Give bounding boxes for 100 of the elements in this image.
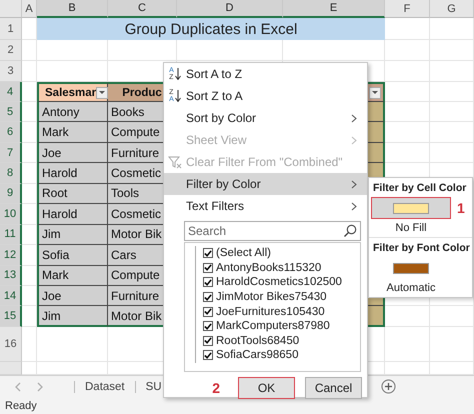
empty-cell[interactable] xyxy=(430,40,474,61)
table-cell: Mark xyxy=(37,266,108,286)
empty-cell[interactable] xyxy=(430,102,474,122)
checkbox-label[interactable]: JoeFurnitures105430 xyxy=(216,306,325,318)
row-header[interactable]: 5 xyxy=(0,102,22,122)
row-header[interactable]: 12 xyxy=(0,245,22,266)
empty-cell[interactable] xyxy=(430,142,474,164)
empty-cell[interactable] xyxy=(385,61,430,82)
select-all-corner[interactable] xyxy=(0,0,22,18)
row-header[interactable]: 14 xyxy=(0,286,22,306)
row-header[interactable]: 6 xyxy=(0,122,22,143)
column-header[interactable]: E xyxy=(283,0,385,18)
empty-cell[interactable] xyxy=(385,102,430,122)
color-option[interactable]: Automatic xyxy=(371,279,451,294)
empty-cell[interactable] xyxy=(37,326,108,362)
empty-cell[interactable] xyxy=(177,40,283,61)
table-cell: Joe xyxy=(37,142,108,164)
sheet-tab[interactable]: Dataset xyxy=(74,380,135,392)
empty-cell[interactable] xyxy=(430,326,474,362)
checkbox-label[interactable]: AntonyBooks115320 xyxy=(216,262,322,274)
chevron-right-icon xyxy=(351,202,357,210)
empty-cell[interactable] xyxy=(430,306,474,327)
color-option[interactable] xyxy=(371,197,451,219)
checkbox-label[interactable]: MarkComputers87980 xyxy=(216,320,330,332)
table-cell: Harold xyxy=(37,204,108,225)
column-heading: Produc xyxy=(122,86,162,98)
cancel-button[interactable]: Cancel xyxy=(305,377,362,399)
empty-cell[interactable] xyxy=(22,61,37,82)
add-sheet-button[interactable] xyxy=(381,379,396,394)
chevron-right-icon xyxy=(351,114,357,122)
filter-dropdown-button[interactable] xyxy=(369,86,381,98)
row-header[interactable]: 4 xyxy=(0,82,22,102)
checkbox-label[interactable]: HaroldCosmetics102500 xyxy=(216,276,342,288)
empty-cell[interactable] xyxy=(385,326,430,362)
checkbox-label[interactable]: JimMotor Bikes75430 xyxy=(216,291,327,304)
row-header[interactable]: 8 xyxy=(0,163,22,184)
empty-cell[interactable] xyxy=(430,18,474,40)
checkbox[interactable] xyxy=(203,292,213,302)
checkbox[interactable] xyxy=(203,336,213,346)
empty-cell[interactable] xyxy=(430,61,474,82)
row-header[interactable]: 16 xyxy=(0,326,22,362)
row-header[interactable] xyxy=(0,362,22,375)
caret-icon xyxy=(98,90,106,95)
row-header[interactable]: 15 xyxy=(0,306,22,327)
empty-cell[interactable] xyxy=(22,40,37,61)
column-header[interactable]: G xyxy=(430,0,474,18)
empty-cell[interactable] xyxy=(22,326,37,362)
sheet-title: Group Duplicates in Excel xyxy=(37,18,385,40)
empty-cell[interactable] xyxy=(385,142,430,164)
row-header[interactable]: 7 xyxy=(0,142,22,164)
menu-item[interactable]: Filter by Color xyxy=(164,173,367,195)
table-cell: Mark xyxy=(37,122,108,143)
ok-button[interactable]: OK xyxy=(238,377,295,399)
checkbox[interactable] xyxy=(203,306,213,317)
search-field[interactable]: Search xyxy=(184,221,361,241)
checkbox-label[interactable]: RootTools68450 xyxy=(216,334,300,347)
column-header[interactable]: B xyxy=(37,0,108,18)
section-heading: Filter by Cell Color xyxy=(372,182,468,194)
checkbox[interactable] xyxy=(203,321,213,332)
checkbox-label[interactable]: (Select All) xyxy=(216,247,271,260)
step-marker: 1 xyxy=(457,200,465,216)
row-header[interactable]: 13 xyxy=(0,266,22,286)
row-header[interactable]: 1 xyxy=(0,18,22,40)
chevron-right-icon xyxy=(351,136,357,144)
color-option[interactable]: No Fill xyxy=(371,219,451,234)
empty-cell[interactable] xyxy=(108,40,177,61)
filter-clear-icon xyxy=(168,155,182,169)
empty-cell[interactable] xyxy=(283,40,385,61)
scroll-left-icon xyxy=(14,382,22,392)
column-header[interactable]: D xyxy=(177,0,283,18)
row-header[interactable]: 3 xyxy=(0,61,22,82)
row-header[interactable]: 2 xyxy=(0,40,22,61)
chevron-right-icon xyxy=(351,180,357,188)
scroll-right-icon xyxy=(36,382,44,392)
search-icon xyxy=(343,224,357,238)
empty-cell[interactable] xyxy=(385,306,430,327)
empty-cell[interactable] xyxy=(430,122,474,143)
row-header[interactable]: 10 xyxy=(0,204,22,225)
empty-cell[interactable] xyxy=(37,40,108,61)
table-cell: Jim xyxy=(37,224,108,246)
empty-cell[interactable] xyxy=(385,40,430,61)
checkbox[interactable] xyxy=(203,350,213,360)
checkbox[interactable] xyxy=(203,262,213,273)
table-cell: Root xyxy=(37,184,108,204)
row-header[interactable]: 9 xyxy=(0,184,22,204)
table-cell: Joe xyxy=(37,286,108,306)
row-header[interactable]: 11 xyxy=(0,224,22,246)
empty-cell[interactable] xyxy=(430,82,474,102)
checkbox[interactable] xyxy=(203,277,213,288)
checkbox[interactable] xyxy=(203,248,213,258)
column-header[interactable]: F xyxy=(385,0,430,18)
checkbox-label[interactable]: SofiaCars98650 xyxy=(216,349,298,362)
empty-cell[interactable] xyxy=(385,122,430,143)
section-heading: Filter by Font Color xyxy=(372,242,471,254)
table-cell: Jim xyxy=(37,306,108,327)
down-arrow-icon xyxy=(174,68,181,80)
caret-icon xyxy=(371,90,379,95)
column-header[interactable]: C xyxy=(108,0,177,18)
column-header[interactable]: A xyxy=(22,0,37,18)
filter-dropdown-button[interactable] xyxy=(96,86,108,98)
